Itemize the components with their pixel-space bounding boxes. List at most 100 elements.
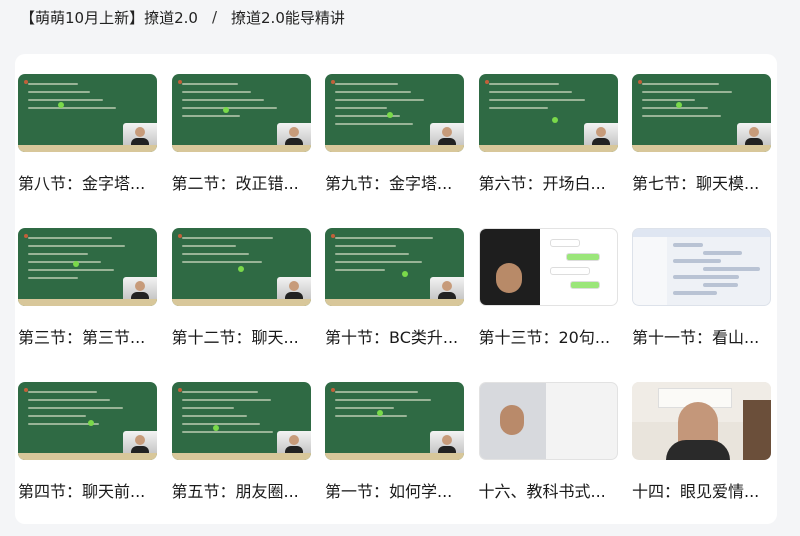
lesson-thumbnail[interactable] [325,382,464,460]
highlight-mark [222,107,229,113]
presenter-video [276,431,311,453]
presenter-shirt [666,440,730,460]
lesson-card[interactable]: 第七节：聊天模... [632,74,771,228]
chalk-writing [335,237,434,277]
lesson-card[interactable]: 第四节：聊天前... [18,382,157,536]
lesson-card[interactable]: 第九节：金字塔... [325,74,464,228]
lesson-card[interactable]: 第二节：改正错... [171,74,311,228]
lesson-thumbnail[interactable] [478,382,618,460]
highlight-mark [377,410,383,416]
lesson-card[interactable]: 十四：眼见爱情... [632,382,771,536]
lesson-thumbnail[interactable] [171,74,311,152]
lesson-card[interactable]: 第五节：朋友圈... [171,382,311,536]
chalk-writing [181,391,281,439]
chalk-writing [335,83,434,131]
highlight-mark [212,425,219,431]
presenter-video [276,123,311,145]
lesson-title[interactable]: 第十节：BC类升... [325,328,464,348]
highlight-mark [58,102,64,108]
lesson-thumbnail[interactable] [325,228,464,306]
lesson-title[interactable]: 第五节：朋友圈... [172,482,311,502]
presenter-video [583,123,618,145]
lesson-card[interactable]: 第十二节：聊天... [171,228,311,382]
message-row [703,283,738,287]
lesson-title[interactable]: 第七节：聊天模... [632,174,771,194]
presenter-video [430,431,464,453]
lesson-title[interactable]: 第四节：聊天前... [18,482,157,502]
lesson-card[interactable]: 第一节：如何学... [325,382,464,536]
lesson-title[interactable]: 第九节：金字塔... [325,174,464,194]
breadcrumb-separator: / [211,8,218,26]
highlight-mark [551,117,558,123]
lesson-card[interactable]: 第六节：开场白... [478,74,618,228]
lesson-title[interactable]: 第八节：金字塔... [18,174,157,194]
highlight-mark [676,102,682,108]
lesson-title[interactable]: 第一节：如何学... [325,482,464,502]
chalk-writing [488,83,588,115]
lesson-panel: 第八节：金字塔... 第二节：改正错... 第九节：金字塔... 第六节：开场白...… [15,54,777,524]
lesson-thumbnail[interactable] [325,74,464,152]
presenter-video [479,229,540,305]
lesson-thumbnail[interactable] [171,228,311,306]
lesson-card[interactable]: 第八节：金字塔... [18,74,157,228]
lesson-title[interactable]: 第二节：改正错... [172,174,311,194]
lesson-thumbnail[interactable] [478,228,618,306]
app-toolbar [633,229,770,237]
presenter-video [430,123,464,145]
lesson-thumbnail[interactable] [18,74,157,152]
lesson-title[interactable]: 十四：眼见爱情... [632,482,771,502]
message-row [673,243,703,247]
chalk-writing [181,83,281,123]
chat-bubble [549,239,580,247]
chat-bubble [565,253,600,261]
chat-bubble [549,267,590,275]
lesson-thumbnail[interactable] [171,382,311,460]
breadcrumb: 【萌萌10月上新】撩道2.0 / 撩道2.0能导精讲 [20,6,345,28]
lesson-card[interactable]: 十六、教科书式... [478,382,618,536]
lesson-title[interactable]: 第十二节：聊天... [172,328,311,348]
bookshelf [743,400,771,460]
lesson-card[interactable]: 第十三节：20句... [478,228,618,382]
presenter-video [276,277,311,299]
highlight-mark [88,420,94,426]
lesson-thumbnail[interactable] [632,74,771,152]
lesson-title[interactable]: 第六节：开场白... [479,174,618,194]
lesson-card[interactable]: 第十一节：看山... [632,228,771,382]
presenter-video [123,123,157,145]
message-row [703,267,760,271]
lesson-thumbnail[interactable] [632,382,771,460]
lesson-thumbnail[interactable] [632,228,771,306]
chat-list [633,237,667,305]
breadcrumb-current: 撩道2.0能导精讲 [231,8,345,27]
chalk-writing [642,83,741,123]
lesson-thumbnail[interactable] [18,382,157,460]
highlight-mark [237,266,244,272]
lesson-title[interactable]: 第十一节：看山... [632,328,771,348]
presenter-video [479,383,546,459]
chalk-writing [335,391,434,423]
presenter-video [123,277,157,299]
lesson-thumbnail[interactable] [18,228,157,306]
lesson-title[interactable]: 第十三节：20句... [479,328,618,348]
chalk-writing [28,391,127,431]
lesson-title[interactable]: 第三节：第三节... [18,328,157,348]
message-row [673,291,717,295]
lesson-card[interactable]: 第十节：BC类升... [325,228,464,382]
message-row [673,275,739,279]
lesson-thumbnail[interactable] [478,74,618,152]
lesson-title[interactable]: 十六、教科书式... [479,482,618,502]
chalk-writing [181,237,281,269]
highlight-mark [387,112,393,118]
breadcrumb-course-link[interactable]: 【萌萌10月上新】撩道2.0 [20,7,198,28]
lesson-card[interactable]: 第三节：第三节... [18,228,157,382]
presenter-video [737,123,771,145]
presenter-video [123,431,157,453]
chalk-writing [28,83,127,115]
message-row [703,251,742,255]
presenter-video [430,277,464,299]
lesson-grid: 第八节：金字塔... 第二节：改正错... 第九节：金字塔... 第六节：开场白...… [18,74,771,536]
highlight-mark [73,261,79,267]
highlight-mark [402,271,408,277]
message-row [673,259,721,263]
chat-bubble [569,281,600,289]
